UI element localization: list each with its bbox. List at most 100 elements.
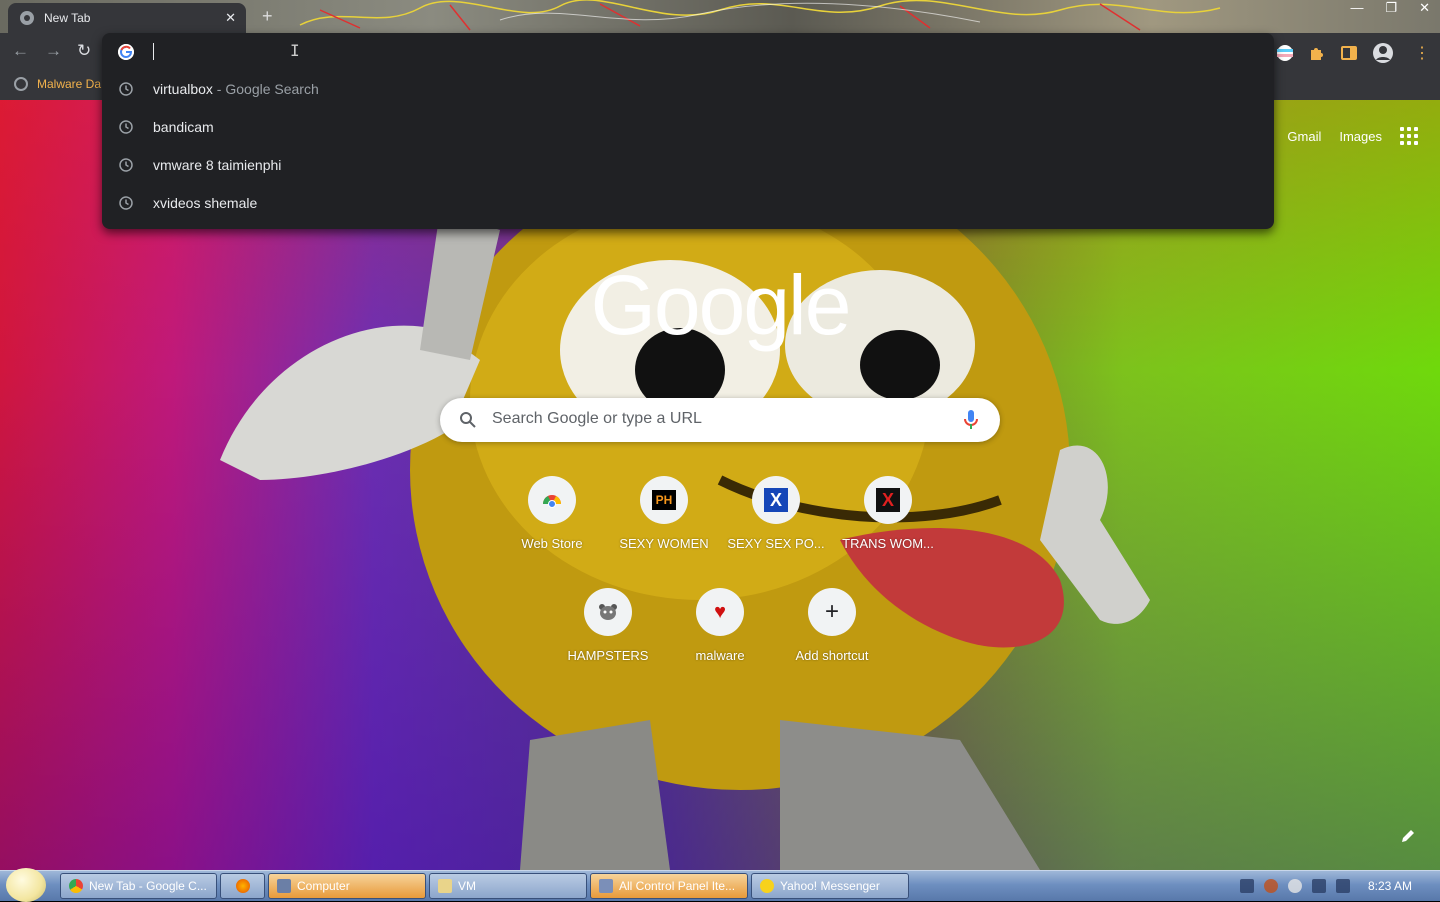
taskbar-clock[interactable]: 8:23 AM [1368,879,1412,893]
shortcut-label: SEXY SEX PO... [727,536,825,551]
volume-icon[interactable] [1335,879,1350,893]
taskbar-button-yahoo-messenger[interactable]: Yahoo! Messenger [751,873,909,899]
omnibox-dropdown: I virtualbox - Google Search bandicam vm… [102,33,1274,229]
history-clock-icon [119,82,133,96]
chrome-icon [69,879,83,893]
plus-icon: + [808,588,856,636]
hamster-icon [584,588,632,636]
shortcut-label: TRANS WOM... [842,536,934,551]
google-g-icon [118,44,134,60]
bookmark-item[interactable]: Malware Da [14,77,101,91]
x-red-icon-text: X [876,488,900,512]
computer-icon [277,879,291,893]
tab-favicon-icon [20,11,34,25]
taskbar-button-control-panel[interactable]: All Control Panel Ite... [590,873,748,899]
ntp-top-links: Gmail Images [1287,127,1418,145]
globe-icon [14,77,28,91]
shortcut-label: Add shortcut [795,648,869,663]
history-clock-icon [119,158,133,172]
minimize-icon[interactable]: — [1350,0,1363,16]
ntp-search-box[interactable] [440,398,1000,442]
search-tray-icon[interactable] [1263,879,1278,893]
extension-area: ⋮ [1276,42,1430,64]
taskbar-button-label: New Tab - Google C... [89,879,207,893]
chrome-web-store-icon [528,476,576,524]
x-red-icon: X [864,476,912,524]
browser-tab[interactable]: New Tab ✕ [8,3,246,33]
taskbar-button-vm[interactable]: VM [429,873,587,899]
status-tray-icon[interactable] [1287,879,1302,893]
shortcut-label: malware [695,648,745,663]
restore-icon[interactable]: ❐ [1385,0,1397,16]
side-panel-icon[interactable] [1340,44,1358,62]
taskbar-button-chrome[interactable]: New Tab - Google C... [60,873,217,899]
suggestion-query: bandicam [153,119,214,135]
plus-icon-text: + [824,598,839,625]
microphone-icon[interactable] [964,410,978,430]
title-bar: New Tab ✕ + — ❐ ✕ [0,0,1440,33]
control-panel-icon [599,879,613,893]
search-icon [460,412,476,428]
profile-avatar-icon[interactable] [1372,42,1394,64]
ntp-search-input[interactable] [490,409,954,429]
bookmark-label: Malware Da [37,77,102,91]
omnibox-suggestion[interactable]: virtualbox - Google Search [102,70,1274,108]
extensions-puzzle-icon[interactable] [1308,44,1326,62]
suggestion-text: virtualbox - Google Search [153,81,319,97]
shortcut-label: Web Store [521,536,583,551]
suggestion-query: virtualbox [153,81,213,97]
shortcut-tile[interactable]: X SEXY SEX PO... [720,474,832,586]
text-caret [153,43,154,60]
yahoo-smiley-icon [760,879,774,893]
tab-close-icon[interactable]: ✕ [225,10,236,26]
gmail-link[interactable]: Gmail [1287,129,1321,144]
omnibox-suggestion[interactable]: xvideos shemale [102,184,1274,222]
firefox-icon [235,879,250,893]
google-logo: Google [590,258,852,352]
omnibox[interactable]: I [102,33,1274,71]
menu-kebab-icon[interactable]: ⋮ [1414,43,1430,63]
forward-icon[interactable]: → [45,41,62,61]
history-clock-icon [119,120,133,134]
new-tab-icon[interactable]: + [262,6,273,27]
start-button-smiley-icon[interactable] [6,868,46,902]
shortcut-tile[interactable]: ♥ malware [664,586,776,698]
history-clock-icon [119,196,133,210]
shortcut-tile[interactable]: + Add shortcut [776,586,888,698]
heart-icon: ♥ [696,588,744,636]
display-icon[interactable] [1311,879,1326,893]
window-controls: — ❐ ✕ [1350,0,1430,16]
ph-icon: PH [640,476,688,524]
taskbar-button-computer[interactable]: Computer [268,873,426,899]
omnibox-suggestion[interactable]: vmware 8 taimienphi [102,146,1274,184]
taskbar-button-label: VM [458,879,476,893]
shortcut-label: SEXY WOMEN [619,536,709,551]
suggestion-query: vmware 8 taimienphi [153,157,282,173]
taskbar: New Tab - Google C... Computer VM All Co… [0,868,1440,902]
tab-title: New Tab [44,11,91,25]
taskbar-button-firefox[interactable] [220,873,265,899]
back-icon[interactable]: ← [12,41,29,61]
taskbar-button-label: Yahoo! Messenger [780,879,880,893]
shortcut-tile[interactable]: Web Store [496,474,608,586]
shortcut-label: HAMPSTERS [567,648,649,663]
network-icon[interactable] [1239,879,1254,893]
images-link[interactable]: Images [1339,129,1382,144]
suggestion-query: xvideos shemale [153,195,258,211]
suggestion-subtitle: - Google Search [212,81,319,97]
shortcut-tile[interactable]: PH SEXY WOMEN [608,474,720,586]
reload-icon[interactable]: ↻ [77,41,91,61]
folder-icon [438,879,452,893]
taskbar-button-label: Computer [297,879,350,893]
customize-pencil-icon[interactable] [1400,828,1416,844]
shortcut-tile[interactable]: HAMPSTERS [552,586,664,698]
flag-extension-icon[interactable] [1276,44,1294,62]
omnibox-suggestion[interactable]: bandicam [102,108,1274,146]
system-tray: 8:23 AM [1230,871,1440,901]
shortcut-tile[interactable]: X TRANS WOM... [832,474,944,586]
google-apps-icon[interactable] [1400,127,1418,145]
window-close-icon[interactable]: ✕ [1419,0,1430,16]
ibeam-cursor-icon: I [290,41,300,60]
x-blue-icon-text: X [764,488,788,512]
x-blue-icon: X [752,476,800,524]
